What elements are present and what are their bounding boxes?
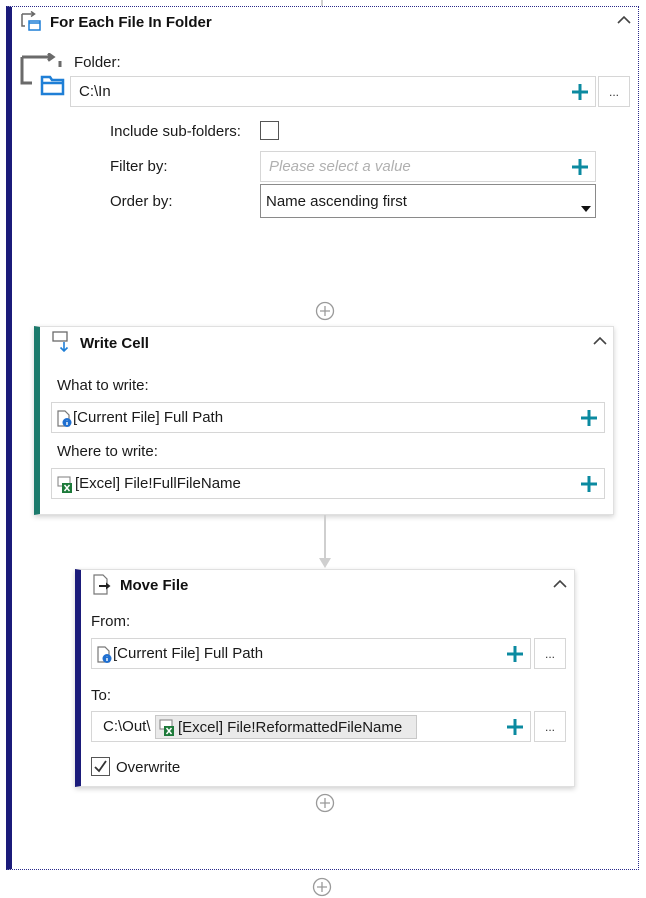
add-folder-plus-icon[interactable] (569, 81, 591, 103)
where-to-write-input[interactable]: [Excel] File!FullFileName (51, 468, 605, 499)
move-file-collapse-chevron-icon[interactable] (553, 579, 567, 588)
add-what-plus-icon[interactable] (578, 407, 600, 429)
what-to-write-input[interactable]: [Current File] Full Path (51, 402, 605, 433)
move-file-icon (92, 574, 114, 596)
from-input[interactable]: [Current File] Full Path (91, 638, 531, 669)
overwrite-checkbox[interactable] (91, 757, 110, 776)
folder-label: Folder: (74, 54, 121, 71)
from-browse-button[interactable]: ... (534, 638, 566, 669)
add-step-circle-icon[interactable] (312, 877, 332, 897)
include-subfolders-label: Include sub-folders: (110, 123, 241, 140)
what-to-write-label: What to write: (57, 377, 149, 394)
filter-by-input[interactable]: Please select a value (260, 151, 596, 182)
filter-by-label: Filter by: (110, 158, 168, 175)
folder-browse-button[interactable]: ... (598, 76, 630, 107)
folder-loop-icon (19, 52, 65, 97)
loop-title: For Each File In Folder (50, 14, 212, 31)
write-cell-title: Write Cell (80, 335, 149, 352)
loop-icon (20, 10, 44, 33)
excel-icon (159, 719, 176, 741)
from-label: From: (91, 613, 131, 630)
step-connector-arrow (316, 515, 334, 569)
to-input[interactable]: C:\Out\ [Excel] File!ReformattedFileName (91, 711, 531, 742)
add-step-circle-icon[interactable] (315, 301, 335, 321)
write-cell-icon (52, 331, 74, 353)
where-to-write-label: Where to write: (57, 443, 158, 460)
folder-value: C:\In (79, 83, 111, 100)
order-by-value: Name ascending first (266, 193, 407, 210)
file-info-icon (97, 646, 113, 668)
order-by-label: Order by: (110, 193, 173, 210)
to-label: To: (91, 687, 112, 704)
add-where-plus-icon[interactable] (578, 473, 600, 495)
overwrite-label: Overwrite (116, 759, 181, 776)
checkmark-icon (94, 760, 107, 773)
move-file-title: Move File (120, 577, 189, 594)
where-to-write-value: [Excel] File!FullFileName (75, 475, 241, 492)
file-info-icon (57, 410, 73, 432)
excel-icon (57, 476, 74, 498)
add-step-circle-icon[interactable] (315, 793, 335, 813)
what-to-write-value: [Current File] Full Path (73, 409, 224, 426)
filter-placeholder: Please select a value (269, 158, 411, 175)
add-to-plus-icon[interactable] (504, 716, 526, 738)
include-subfolders-checkbox[interactable] (260, 121, 279, 140)
collapse-chevron-icon[interactable] (617, 15, 631, 24)
to-token-value: [Excel] File!ReformattedFileName (178, 719, 403, 736)
move-file-card (75, 569, 575, 787)
from-value: [Current File] Full Path (113, 645, 264, 662)
add-filter-plus-icon[interactable] (569, 156, 591, 178)
folder-input[interactable]: C:\In (70, 76, 596, 107)
to-token-chip[interactable]: [Excel] File!ReformattedFileName (155, 715, 417, 739)
to-prefix: C:\Out\ (103, 718, 151, 735)
add-from-plus-icon[interactable] (504, 643, 526, 665)
write-cell-collapse-chevron-icon[interactable] (593, 336, 607, 345)
dropdown-arrow-icon (581, 199, 591, 216)
to-browse-button[interactable]: ... (534, 711, 566, 742)
order-by-select[interactable]: Name ascending first (260, 184, 596, 218)
